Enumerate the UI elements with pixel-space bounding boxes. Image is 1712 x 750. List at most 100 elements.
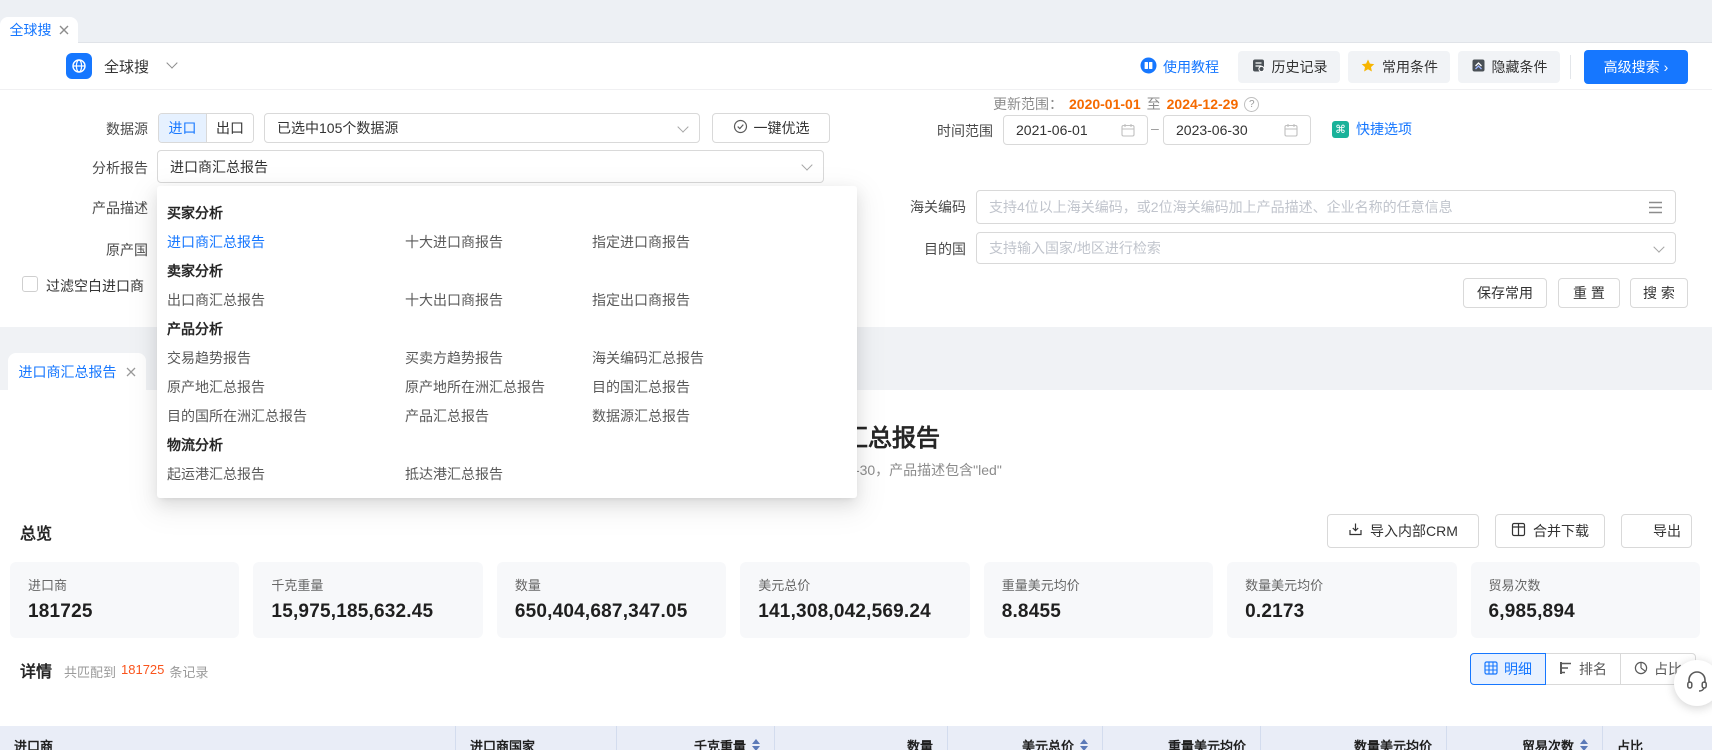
column-trade-count[interactable]: 贸易次数 — [1447, 726, 1603, 750]
filter-blank-checkbox[interactable] — [22, 276, 38, 292]
chevron-down-icon[interactable] — [166, 57, 177, 68]
column-proportion[interactable]: 占比 — [1603, 726, 1712, 750]
dropdown-item[interactable]: 目的国汇总报告 — [592, 377, 847, 397]
dropdown-group-title: 买家分析 — [167, 198, 847, 227]
close-icon[interactable] — [126, 367, 136, 377]
save-conditions-button[interactable]: 保存常用 — [1463, 278, 1547, 308]
dropdown-item[interactable]: 数据源汇总报告 — [592, 406, 847, 426]
date-end-field[interactable] — [1163, 115, 1311, 145]
hs-code-field[interactable] — [976, 190, 1676, 224]
stat-card-quantity: 数量 650,404,687,347.05 — [497, 562, 726, 638]
column-importer-country[interactable]: 进口商国家 — [456, 726, 617, 750]
merge-download-icon — [1511, 522, 1526, 540]
column-label: 数量美元均价 — [1354, 736, 1432, 750]
dropdown-item[interactable]: 指定进口商报告 — [592, 232, 847, 252]
browser-tab-bar: 全球搜 — [0, 0, 1712, 43]
hide-conditions-icon — [1471, 58, 1486, 76]
sort-icon[interactable] — [1580, 739, 1588, 750]
data-source-select[interactable]: 已选中105个数据源 — [264, 113, 700, 143]
dropdown-item[interactable]: 目的国所在洲汇总报告 — [167, 406, 405, 426]
one-click-optimize-button[interactable]: 一键优选 — [712, 113, 830, 143]
destination-field[interactable] — [976, 232, 1676, 264]
column-usd-per-qty[interactable]: 数量美元均价 — [1261, 726, 1447, 750]
hide-conditions-label: 隐藏条件 — [1492, 57, 1548, 77]
update-range-from: 2020-01-01 — [1069, 96, 1141, 112]
dropdown-item[interactable]: 海关编码汇总报告 — [592, 348, 847, 368]
reset-button[interactable]: 重 置 — [1558, 278, 1620, 308]
segment-import[interactable]: 进口 — [159, 114, 206, 142]
hide-conditions-button[interactable]: 隐藏条件 — [1458, 51, 1560, 83]
dropdown-item[interactable]: 产品汇总报告 — [405, 406, 592, 426]
column-label: 美元总价 — [1022, 736, 1074, 750]
column-quantity[interactable]: 数量 — [775, 726, 948, 750]
favorites-button[interactable]: 常用条件 — [1348, 51, 1450, 83]
result-tab-importer-summary[interactable]: 进口商汇总报告 — [8, 353, 146, 390]
view-detail[interactable]: 明细 — [1470, 653, 1546, 685]
app-logo-icon — [66, 53, 92, 79]
calendar-icon — [1284, 123, 1298, 137]
dropdown-item[interactable]: 进口商汇总报告 — [167, 232, 405, 252]
customer-service-button[interactable] — [1674, 660, 1712, 706]
hs-code-input[interactable] — [977, 199, 1648, 215]
dropdown-item[interactable]: 抵达港汇总报告 — [405, 464, 592, 484]
search-button[interactable]: 搜 索 — [1630, 278, 1688, 308]
header-divider — [1570, 55, 1571, 79]
stat-card-trade-count: 贸易次数 6,985,894 — [1471, 562, 1700, 638]
history-button[interactable]: 历史记录 — [1238, 51, 1340, 83]
import-crm-button[interactable]: 导入内部CRM — [1327, 514, 1479, 548]
stat-label: 千克重量 — [271, 575, 464, 594]
dropdown-item[interactable]: 买卖方趋势报告 — [405, 348, 592, 368]
dropdown-item[interactable]: 指定出口商报告 — [592, 290, 847, 310]
dropdown-item[interactable]: 原产地汇总报告 — [167, 377, 405, 397]
stat-label: 进口商 — [28, 575, 221, 594]
help-icon[interactable]: ? — [1244, 97, 1259, 112]
close-icon[interactable] — [59, 25, 69, 35]
report-type-select[interactable]: 进口商汇总报告 — [157, 150, 824, 183]
app-header: 全球搜 使用教程 历史记录 常用条件 隐藏条件 — [0, 43, 1712, 90]
dropdown-item[interactable]: 十大出口商报告 — [405, 290, 592, 310]
dropdown-item[interactable]: 交易趋势报告 — [167, 348, 405, 368]
result-tab-title: 进口商汇总报告 — [19, 362, 117, 382]
quick-options-link[interactable]: ⌘ 快捷选项 — [1332, 119, 1412, 139]
destination-input[interactable] — [977, 240, 1655, 256]
stat-card-usd-per-weight: 重量美元均价 8.8455 — [984, 562, 1213, 638]
stat-value: 15,975,185,632.45 — [271, 601, 464, 623]
sort-icon[interactable] — [1080, 739, 1088, 750]
merge-download-button[interactable]: 合并下载 — [1495, 514, 1605, 548]
dropdown-item[interactable]: 出口商汇总报告 — [167, 290, 405, 310]
column-usd-total[interactable]: 美元总价 — [948, 726, 1103, 750]
dropdown-item[interactable]: 原产地所在洲汇总报告 — [405, 377, 592, 397]
stat-label: 美元总价 — [758, 575, 951, 594]
dropdown-group-title: 产品分析 — [167, 314, 847, 343]
report-type-dropdown-panel: 买家分析 进口商汇总报告 十大进口商报告 指定进口商报告 卖家分析 出口商汇总报… — [157, 186, 857, 498]
column-kg-weight[interactable]: 千克重量 — [617, 726, 775, 750]
match-prefix: 共匹配到 — [64, 662, 116, 681]
browser-tab-global-search[interactable]: 全球搜 — [0, 17, 78, 43]
sort-icon[interactable] — [752, 739, 760, 750]
dropdown-group-title: 物流分析 — [167, 430, 847, 459]
column-usd-per-weight[interactable]: 重量美元均价 — [1103, 726, 1261, 750]
filter-blank-label[interactable]: 过滤空白进口商 — [46, 276, 144, 296]
grid-icon — [1484, 661, 1498, 678]
export-button[interactable]: 导出 — [1621, 514, 1692, 548]
dropdown-item[interactable]: 十大进口商报告 — [405, 232, 592, 252]
stat-value: 8.8455 — [1002, 601, 1195, 623]
calendar-icon — [1121, 123, 1135, 137]
segment-export[interactable]: 出口 — [206, 114, 253, 142]
chevron-down-icon — [801, 159, 812, 170]
stat-value: 181725 — [28, 601, 221, 623]
advanced-search-button[interactable]: 高级搜索 › — [1584, 50, 1688, 84]
list-icon[interactable] — [1648, 201, 1663, 214]
date-end-input[interactable] — [1164, 122, 1284, 138]
date-start-field[interactable] — [1003, 115, 1148, 145]
app-title: 全球搜 — [104, 56, 149, 77]
optimize-label: 一键优选 — [754, 118, 810, 138]
optimize-icon — [733, 119, 748, 137]
view-ranking[interactable]: 排名 — [1545, 653, 1621, 685]
stat-value: 6,985,894 — [1489, 601, 1682, 623]
date-start-input[interactable] — [1004, 122, 1121, 138]
dropdown-item[interactable]: 起运港汇总报告 — [167, 464, 405, 484]
column-importer[interactable]: 进口商 — [0, 726, 456, 750]
merge-download-label: 合并下载 — [1533, 521, 1589, 541]
tutorial-link[interactable]: 使用教程 — [1140, 57, 1219, 77]
